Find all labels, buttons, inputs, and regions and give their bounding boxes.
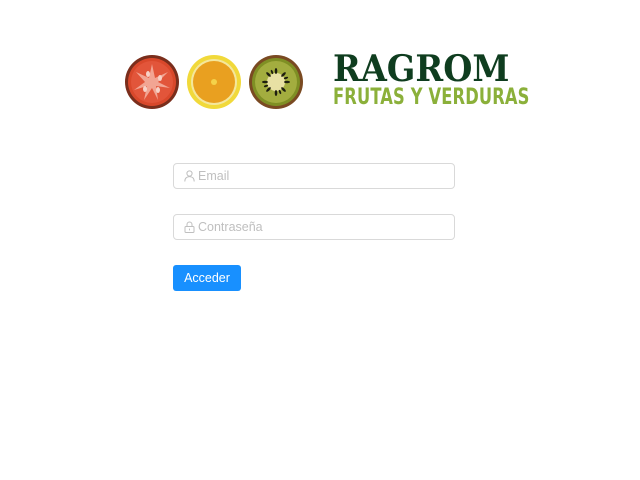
brand-name: RAGROM	[333, 48, 510, 90]
email-field-wrapper	[173, 163, 455, 189]
orange-slice-icon	[186, 54, 242, 110]
lock-icon	[183, 221, 195, 233]
password-field-wrapper	[173, 214, 455, 240]
login-form: Acceder	[173, 163, 455, 291]
email-input[interactable]	[198, 166, 448, 186]
ragrom-logo: RAGROM FRUTAS Y VERDURAS	[124, 48, 529, 112]
kiwi-slice-icon	[248, 54, 304, 110]
user-icon	[183, 170, 195, 182]
tomato-slice-icon	[124, 54, 180, 110]
brand-wordmark: RAGROM FRUTAS Y VERDURAS	[333, 48, 529, 112]
brand-tagline: FRUTAS Y VERDURAS	[333, 85, 530, 110]
login-page: RAGROM FRUTAS Y VERDURAS Email Acceder	[0, 0, 640, 480]
submit-button[interactable]: Acceder	[173, 265, 241, 291]
password-input[interactable]	[198, 217, 448, 237]
